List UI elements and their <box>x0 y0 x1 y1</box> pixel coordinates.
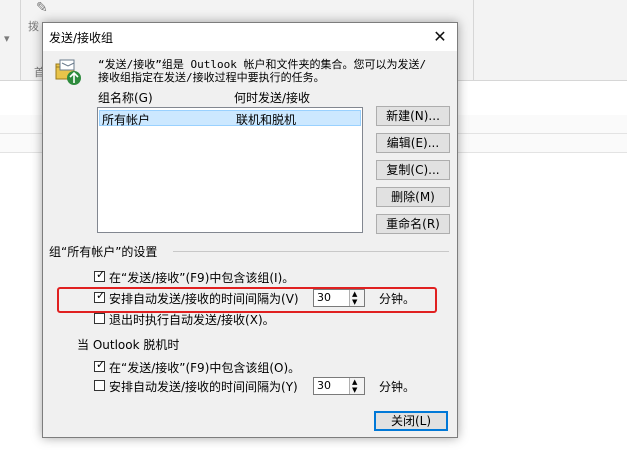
new-button[interactable]: 新建(N)... <box>376 106 450 126</box>
schedule-offline-checkbox[interactable] <box>94 380 105 391</box>
exit-send-receive-checkbox[interactable] <box>94 313 105 324</box>
dialog-title: 发送/接收组 <box>49 31 114 45</box>
group-when-cell: 联机和脱机 <box>236 113 297 127</box>
check-icon: ✓ <box>96 268 106 281</box>
close-icon[interactable]: ✕ <box>423 23 457 51</box>
copy-button[interactable]: 复制(C)... <box>376 160 450 180</box>
delete-button[interactable]: 删除(M) <box>376 187 450 207</box>
spin-down-icon[interactable]: ▼ <box>352 386 357 394</box>
close-button[interactable]: 关闭(L) <box>374 411 448 431</box>
list-item[interactable]: 所有帐户 联机和脱机 <box>99 110 361 127</box>
send-receive-groups-dialog: 发送/接收组 ✕ “发送/接收”组是 Outlook 帐户和文件夹的集合。您可以… <box>42 22 458 438</box>
ribbon-dropdown-icon[interactable]: ▾ <box>4 32 10 45</box>
exit-send-receive-label: 退出时执行自动发送/接收(X)。 <box>109 313 275 327</box>
when-column-header: 何时发送/接收 <box>234 91 311 105</box>
include-offline-label: 在“发送/接收”(F9)中包含该组(O)。 <box>109 361 301 375</box>
settings-section-title: 组“所有帐户”的设置 <box>49 245 158 259</box>
groups-list[interactable]: 所有帐户 联机和脱机 <box>97 107 363 233</box>
spinner-value: 30 <box>317 379 331 392</box>
schedule-offline-minutes-spinner[interactable]: 30 ▲ ▼ <box>313 377 365 395</box>
send-receive-icon <box>55 59 81 85</box>
include-online-label: 在“发送/接收”(F9)中包含该组(I)。 <box>109 271 295 285</box>
title-bar[interactable]: 发送/接收组 ✕ <box>43 23 457 51</box>
check-icon: ✓ <box>96 358 106 371</box>
annotation-highlight-box <box>57 287 437 313</box>
spinner-arrows[interactable]: ▲ ▼ <box>349 378 364 394</box>
description-line-2: 接收组指定在发送/接收过程中要执行的任务。 <box>98 71 325 84</box>
offline-section-title: 当 Outlook 脱机时 <box>77 338 180 352</box>
ribbon-separator <box>473 0 474 80</box>
edit-button[interactable]: 编辑(E)... <box>376 133 450 153</box>
ribbon-fragment-label: 拨 <box>28 20 39 33</box>
schedule-offline-unit: 分钟。 <box>379 380 416 394</box>
group-name-column-header: 组名称(G) <box>98 91 153 105</box>
group-name-cell: 所有帐户 <box>102 113 151 127</box>
ribbon-icon[interactable]: ✎ <box>36 0 48 16</box>
include-offline-checkbox[interactable]: ✓ <box>94 358 106 372</box>
schedule-offline-label: 安排自动发送/接收的时间间隔为(Y) <box>109 380 298 394</box>
spin-up-icon[interactable]: ▲ <box>352 378 357 386</box>
rename-button[interactable]: 重命名(R) <box>376 214 450 234</box>
include-online-checkbox[interactable]: ✓ <box>94 268 106 282</box>
ribbon-separator <box>20 0 21 80</box>
section-divider <box>173 251 449 252</box>
